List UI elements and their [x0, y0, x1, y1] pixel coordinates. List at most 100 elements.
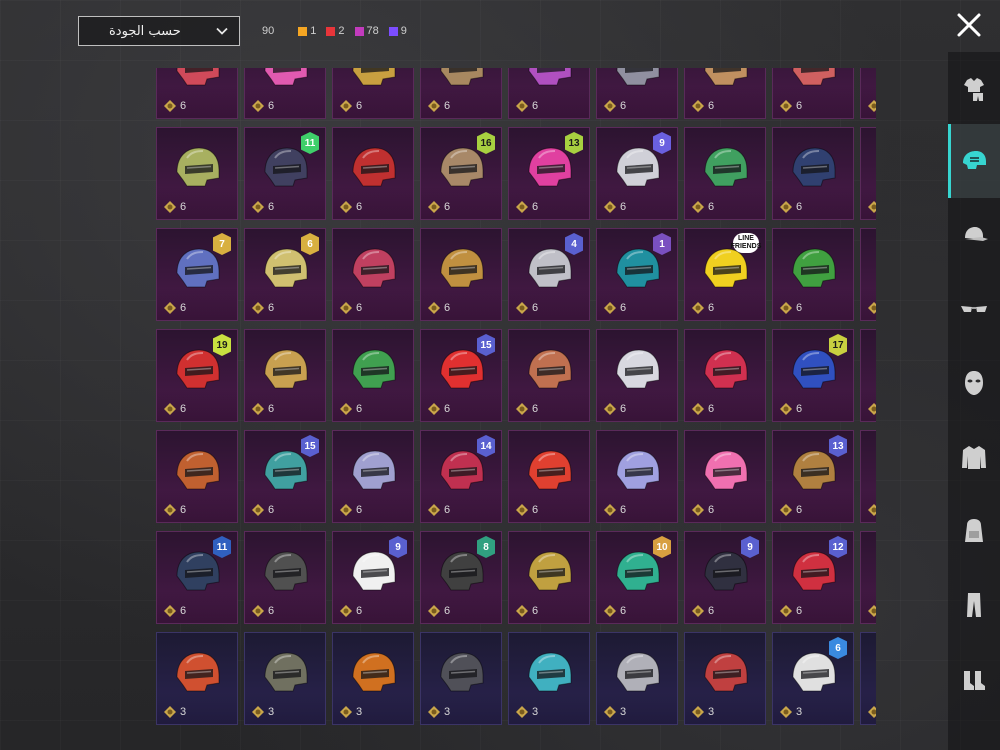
helmet-card[interactable]: 6 [508, 531, 590, 624]
helmet-card[interactable]: 6 [596, 430, 678, 523]
coin-icon [692, 100, 704, 112]
helmet-card[interactable]: 86 [420, 531, 502, 624]
sidebar-item-jacket[interactable] [948, 420, 1000, 494]
helmet-card[interactable]: 6 [860, 430, 876, 523]
helmet-card[interactable]: 6 [508, 68, 590, 119]
helmet-card[interactable]: 11 6 [244, 127, 326, 220]
item-quantity: 6 [427, 402, 450, 416]
helmet-card[interactable]: 63 [772, 632, 854, 725]
helmet-card[interactable]: 19 6 [156, 329, 238, 422]
item-quantity: 6 [163, 301, 186, 315]
quantity-value: 6 [180, 100, 187, 112]
sidebar-item-helmet[interactable] [948, 124, 1000, 198]
item-quantity: 6 [339, 99, 362, 113]
helmet-card[interactable]: 6 [332, 127, 414, 220]
helmet-card[interactable]: 6 [860, 531, 876, 624]
helmet-card[interactable]: 6 [156, 68, 238, 119]
helmet-image [875, 241, 876, 295]
helmet-card[interactable]: 6 [684, 68, 766, 119]
helmet-card[interactable]: 6 [156, 430, 238, 523]
helmet-card[interactable]: 6 [860, 127, 876, 220]
helmet-card[interactable]: 6 [420, 68, 502, 119]
helmet-card[interactable]: 17 6 [772, 329, 854, 422]
helmet-card[interactable]: 6 [244, 68, 326, 119]
sort-dropdown[interactable]: حسب الجودة [78, 16, 240, 46]
sort-dropdown-label: حسب الجودة [109, 23, 181, 39]
helmet-card[interactable]: 6 [684, 127, 766, 220]
item-quantity: 6 [163, 503, 186, 517]
helmet-card[interactable]: 96 [684, 531, 766, 624]
helmet-card[interactable]: LINE FRIENDS 6 [684, 228, 766, 321]
helmet-card[interactable]: 3 [420, 632, 502, 725]
helmet-card[interactable]: 6 [772, 228, 854, 321]
helmet-card[interactable]: 14 6 [420, 430, 502, 523]
item-quantity: 6 [339, 402, 362, 416]
helmet-card[interactable]: 3 [860, 632, 876, 725]
helmet-card[interactable]: 3 [596, 632, 678, 725]
helmet-card[interactable]: 6 [332, 228, 414, 321]
item-grid-viewport[interactable]: 66666666661166166136966667666664616LINE … [76, 68, 876, 750]
quantity-value: 6 [268, 201, 275, 213]
helmet-image [176, 652, 220, 692]
helmet-card[interactable]: 6 [860, 329, 876, 422]
item-quantity: 6 [867, 503, 876, 517]
sidebar-item-pants[interactable] [948, 568, 1000, 642]
level-badge: 15 [301, 435, 319, 457]
helmet-card[interactable]: 6 [772, 68, 854, 119]
helmet-card[interactable]: 6 [684, 329, 766, 422]
quantity-value: 6 [620, 605, 627, 617]
helmet-image [352, 248, 396, 288]
helmet-card[interactable]: 6 [244, 531, 326, 624]
helmet-card[interactable]: 6 [332, 68, 414, 119]
helmet-card[interactable]: 13 6 [508, 127, 590, 220]
item-quantity: 3 [691, 705, 714, 719]
close-icon[interactable] [954, 10, 984, 40]
item-quantity: 6 [867, 301, 876, 315]
mask-icon [965, 371, 983, 395]
helmet-card[interactable]: 10 6 [596, 531, 678, 624]
sidebar-item-shoes[interactable] [948, 642, 1000, 716]
sidebar-item-glasses[interactable] [948, 272, 1000, 346]
helmet-card[interactable]: 6 [420, 228, 502, 321]
helmet-card[interactable]: 6 [244, 329, 326, 422]
sidebar-item-cap[interactable] [948, 198, 1000, 272]
coin-icon [868, 100, 876, 112]
item-quantity: 6 [251, 200, 274, 214]
helmet-card[interactable]: 3 [684, 632, 766, 725]
helmet-card[interactable]: 66 [244, 228, 326, 321]
helmet-card[interactable]: 16 [596, 228, 678, 321]
sidebar-item-backpack[interactable] [948, 494, 1000, 568]
helmet-card[interactable]: 96 [596, 127, 678, 220]
helmet-card[interactable]: 6 [684, 430, 766, 523]
helmet-card[interactable]: 3 [244, 632, 326, 725]
helmet-card[interactable]: 6 [156, 127, 238, 220]
helmet-card[interactable]: 6 [772, 127, 854, 220]
helmet-card[interactable]: 13 6 [772, 430, 854, 523]
helmet-card[interactable]: 6 [508, 430, 590, 523]
quantity-value: 6 [620, 302, 627, 314]
helmet-card[interactable]: 186 [860, 228, 876, 321]
helmet-card[interactable]: 3 [332, 632, 414, 725]
helmet-card[interactable]: 11 6 [156, 531, 238, 624]
item-quantity: 6 [779, 402, 802, 416]
level-badge: 9 [389, 536, 407, 558]
helmet-card[interactable]: 3 [508, 632, 590, 725]
helmet-card[interactable]: 6 [332, 430, 414, 523]
sidebar-item-outfit[interactable] [948, 52, 1000, 126]
helmet-card[interactable]: 96 [332, 531, 414, 624]
helmet-card[interactable]: 6 [596, 68, 678, 119]
helmet-card[interactable]: 6 [332, 329, 414, 422]
helmet-card[interactable]: 46 [508, 228, 590, 321]
level-badge: 13 [829, 435, 847, 457]
helmet-card[interactable]: 76 [156, 228, 238, 321]
helmet-card[interactable]: 15 6 [244, 430, 326, 523]
sidebar-item-mask[interactable] [948, 346, 1000, 420]
helmet-card[interactable]: 12 6 [772, 531, 854, 624]
helmet-card[interactable]: 16 6 [420, 127, 502, 220]
helmet-card[interactable]: 6 [860, 68, 876, 119]
helmet-card[interactable]: 6 [508, 329, 590, 422]
helmet-card[interactable]: 3 [156, 632, 238, 725]
helmet-card[interactable]: 15 6 [420, 329, 502, 422]
helmet-card[interactable]: 6 [596, 329, 678, 422]
coin-icon [604, 605, 616, 617]
